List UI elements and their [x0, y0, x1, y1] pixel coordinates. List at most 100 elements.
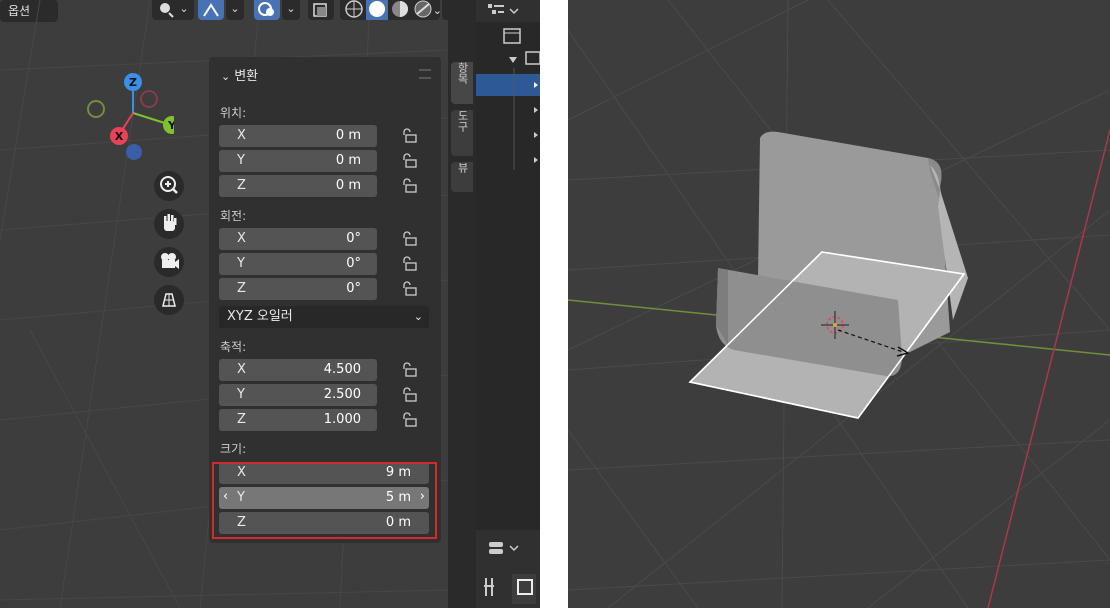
- rotation-mode-value: XYZ 오일러: [227, 309, 293, 324]
- zoom-button[interactable]: [154, 171, 184, 201]
- axis-label: X: [237, 362, 246, 377]
- expand-arrow-icon[interactable]: [534, 157, 538, 163]
- properties-header: [476, 530, 540, 608]
- overlay-dropdown-button[interactable]: ⌄: [282, 0, 300, 20]
- rotation-label: 회전:: [220, 209, 247, 223]
- ortho-toggle-button[interactable]: [154, 285, 184, 315]
- scale-x-field[interactable]: X 4.500: [219, 359, 377, 381]
- viewport-left[interactable]: ⌄ ⌄ ⌄ ⌄ 옵션 ⌄: [0, 0, 462, 608]
- dimensions-label: 크기:: [220, 442, 247, 456]
- tab-tool[interactable]: 도구: [451, 110, 473, 156]
- location-label: 위치:: [220, 106, 247, 120]
- camera-icon: [161, 253, 179, 269]
- field-value: 2.500: [323, 387, 361, 402]
- transform-panel-header[interactable]: ⌄ 변환: [221, 65, 258, 84]
- negative-z-axis-icon[interactable]: [126, 144, 142, 160]
- field-value: 0°: [346, 256, 361, 271]
- expand-arrow-icon[interactable]: [534, 82, 538, 88]
- rotation-x-field[interactable]: X 0°: [219, 228, 377, 250]
- view-object-types-button[interactable]: ⌄: [152, 0, 194, 20]
- gizmo-icon: [203, 3, 219, 17]
- chevron-down-icon: ⌄: [221, 70, 231, 83]
- outliner-header: [476, 0, 540, 22]
- tab-label: 항목: [456, 62, 469, 84]
- unlock-icon[interactable]: [401, 128, 417, 144]
- ortho-grid-icon: [162, 293, 176, 307]
- rotation-z-field[interactable]: Z 0°: [219, 278, 377, 300]
- chevron-down-icon: ⌄: [230, 2, 240, 15]
- field-value: 4.500: [323, 362, 361, 377]
- rotation-mode-select[interactable]: XYZ 오일러 ⌄: [219, 306, 429, 328]
- unlock-icon[interactable]: [401, 153, 417, 169]
- xray-icon: [313, 3, 327, 17]
- rotation-y-field[interactable]: Y 0°: [219, 253, 377, 275]
- wireframe-shading-icon[interactable]: [345, 0, 363, 18]
- display-mode-icon[interactable]: [486, 0, 526, 22]
- axis-label: X: [237, 231, 246, 246]
- gizmo-toggle-button[interactable]: [198, 0, 224, 20]
- tab-item[interactable]: 항목: [451, 62, 473, 104]
- editor-type-icon[interactable]: [488, 538, 528, 560]
- sidebar-tabs: 항목 도구 뷰: [448, 0, 476, 608]
- scene-collection-icon: [503, 28, 521, 44]
- scale-label: 축적:: [220, 340, 247, 354]
- axis-label: X: [237, 128, 246, 143]
- location-y-field[interactable]: Y 0 m: [219, 150, 377, 172]
- unlock-icon[interactable]: [401, 387, 417, 403]
- solid-shading-icon[interactable]: [366, 0, 388, 20]
- tool-settings-icon[interactable]: [484, 578, 494, 596]
- rendered-shading-icon[interactable]: [414, 0, 432, 18]
- gizmo-z-label: Z: [129, 76, 137, 89]
- expand-arrow-icon[interactable]: [534, 132, 538, 138]
- chevron-down-icon: ⌄: [179, 2, 189, 15]
- scale-y-field[interactable]: Y 2.500: [219, 384, 377, 406]
- viewport-right[interactable]: [568, 0, 1110, 608]
- pan-button[interactable]: [154, 209, 184, 239]
- chevron-down-icon: ⌄: [432, 4, 442, 17]
- location-z-field[interactable]: Z 0 m: [219, 175, 377, 197]
- field-value: 0°: [346, 231, 361, 246]
- unlock-icon[interactable]: [401, 412, 417, 428]
- axis-label: Y: [237, 256, 245, 271]
- field-value: 0 m: [335, 153, 361, 168]
- location-x-field[interactable]: X 0 m: [219, 125, 377, 147]
- unlock-icon[interactable]: [401, 231, 417, 247]
- gizmo-x-label: X: [115, 130, 124, 143]
- overlay-icon: [258, 2, 274, 16]
- outliner[interactable]: [476, 0, 540, 530]
- unlock-icon[interactable]: [401, 281, 417, 297]
- unlock-icon[interactable]: [401, 178, 417, 194]
- axis-label: Z: [237, 412, 246, 427]
- expand-arrow-icon[interactable]: [509, 57, 517, 63]
- transform-title: 변환: [234, 69, 259, 84]
- tab-view[interactable]: 뷰: [451, 162, 473, 192]
- tool-tabs: [484, 574, 536, 604]
- field-value: 0°: [346, 281, 361, 296]
- chevron-down-icon: ⌄: [286, 2, 296, 15]
- expand-arrow-icon[interactable]: [534, 107, 538, 113]
- left-screenshot: ⌄ ⌄ ⌄ ⌄ 옵션 ⌄: [0, 0, 540, 608]
- axis-label: Y: [237, 153, 245, 168]
- navigation-gizmo[interactable]: Z Y X: [84, 70, 174, 165]
- axis-label: Z: [237, 178, 246, 193]
- unlock-icon[interactable]: [401, 362, 417, 378]
- pan-hand-icon: [164, 214, 177, 231]
- xray-toggle-button[interactable]: [308, 0, 334, 20]
- axis-label: Z: [237, 281, 246, 296]
- field-value: 0 m: [335, 128, 361, 143]
- gizmo-dropdown-button[interactable]: ⌄: [226, 0, 244, 20]
- right-screenshot: [568, 0, 1110, 608]
- dimensions-highlight-box: [212, 462, 437, 539]
- negative-y-axis-icon[interactable]: [87, 100, 105, 118]
- unlock-icon[interactable]: [401, 256, 417, 272]
- material-shading-icon[interactable]: [392, 1, 408, 17]
- drag-grip-icon[interactable]: [419, 69, 431, 79]
- overlay-toggle-button[interactable]: [254, 0, 280, 20]
- camera-view-button[interactable]: [154, 247, 184, 277]
- outliner-tree: [503, 28, 540, 170]
- shading-mode-group: [340, 0, 440, 20]
- negative-x-axis-icon[interactable]: [140, 90, 158, 108]
- scale-z-field[interactable]: Z 1.000: [219, 409, 377, 431]
- tab-label: 뷰: [456, 162, 469, 173]
- zoom-icon: [160, 176, 178, 194]
